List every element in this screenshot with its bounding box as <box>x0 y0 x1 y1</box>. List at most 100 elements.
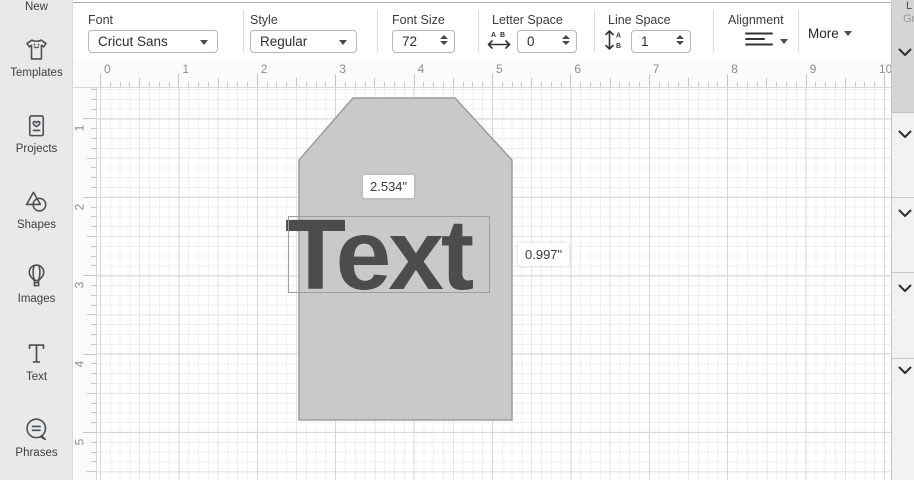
ruler-number: 2 <box>260 62 268 76</box>
sidebar-item-phrases[interactable]: Phrases <box>0 416 73 459</box>
line-space-value: 1 <box>641 34 649 49</box>
ruler-tick <box>83 275 96 277</box>
ruler-tick <box>717 81 719 87</box>
toolbar-divider <box>377 10 378 52</box>
ruler-tick <box>786 81 787 87</box>
ruler-tick <box>149 81 150 87</box>
sidebar-item-shapes[interactable]: Shapes <box>0 188 73 231</box>
serif-t-icon <box>23 340 50 367</box>
ruler-tick <box>129 81 131 87</box>
ruler-number: 4 <box>417 62 425 76</box>
chevron-down-icon <box>200 40 208 45</box>
ruler-tick <box>766 78 768 87</box>
sidebar-item-projects[interactable]: Projects <box>0 112 73 155</box>
ruler-tick <box>776 81 778 87</box>
ruler-tick <box>90 451 96 453</box>
font-size-input[interactable]: 72 <box>392 30 455 53</box>
ruler-tick <box>87 236 96 237</box>
sidebar-item-label: Templates <box>10 67 63 79</box>
ruler-number: 1 <box>73 125 87 132</box>
ruler-tick <box>844 78 846 87</box>
ruler-tick <box>90 324 96 326</box>
letter-space-stepper[interactable] <box>562 35 570 45</box>
sidebar-item-text[interactable]: Text <box>0 340 73 383</box>
ruler-tick <box>697 81 699 87</box>
panel-expand-chevron-icon[interactable] <box>898 126 912 138</box>
ruler-number: 1 <box>182 62 190 76</box>
ruler-tick <box>678 81 680 87</box>
font-dropdown[interactable]: Cricut Sans <box>88 30 218 53</box>
ruler-number: 5 <box>496 62 503 76</box>
ruler-tick <box>90 412 96 414</box>
stepper-down-icon <box>562 41 570 45</box>
ruler-tick <box>83 196 96 198</box>
letter-space-input[interactable]: 0 <box>517 30 577 53</box>
line-space-input[interactable]: 1 <box>631 30 691 53</box>
ruler-tick <box>609 78 611 87</box>
canvas-grid[interactable]: Text 2.534" 0.997" <box>97 88 891 480</box>
font-size-stepper[interactable] <box>440 35 448 45</box>
alignment-button[interactable] <box>744 31 788 52</box>
stepper-up-icon <box>440 35 448 39</box>
ruler-tick <box>139 78 141 87</box>
selection-bounding-box[interactable] <box>288 216 490 293</box>
ruler-tick <box>90 402 96 404</box>
ruler-tick <box>119 81 121 87</box>
vertical-ruler: 1 2 3 4 5 <box>73 88 97 480</box>
ruler-tick <box>247 81 248 87</box>
panel-expand-chevron-icon[interactable] <box>898 280 912 292</box>
style-label: Style <box>250 13 278 27</box>
triangle-circle-icon <box>23 188 50 215</box>
ruler-tick <box>737 81 738 87</box>
ruler-tick <box>423 81 425 87</box>
design-canvas[interactable]: 0 1 2 3 4 5 6 7 8 9 10 1 2 3 4 5 Text 2.534" 0.997" <box>73 60 891 480</box>
selection-height-dimension-label: 0.997" <box>518 243 570 266</box>
ruler-tick <box>364 81 366 87</box>
ruler-tick <box>90 226 96 228</box>
clipped-panel-text: Gr <box>903 13 914 25</box>
style-dropdown[interactable]: Regular <box>250 30 357 53</box>
font-value: Cricut Sans <box>98 34 168 49</box>
ruler-tick <box>90 128 96 130</box>
ruler-tick <box>90 167 96 169</box>
ruler-tick <box>90 187 96 188</box>
ruler-tick <box>83 353 96 355</box>
sidebar-item-label: Projects <box>15 143 58 155</box>
more-button[interactable]: More <box>808 26 852 41</box>
style-value: Regular <box>260 34 308 49</box>
ruler-number: 5 <box>73 438 87 446</box>
speech-bubble-icon <box>23 416 50 443</box>
more-label: More <box>808 26 839 41</box>
ruler-tick <box>648 74 650 87</box>
ruler-tick <box>531 78 533 87</box>
alignment-lines-icon <box>744 31 774 52</box>
ruler-tick <box>90 461 96 463</box>
sidebar-item-templates[interactable]: Templates <box>0 36 73 79</box>
sidebar-item-images[interactable]: Images <box>0 262 73 305</box>
panel-expand-chevron-icon[interactable] <box>898 205 912 217</box>
stepper-up-icon <box>676 35 684 39</box>
ruler-tick <box>87 471 96 473</box>
panel-expand-chevron-icon[interactable] <box>898 362 912 374</box>
line-space-stepper[interactable] <box>676 35 684 45</box>
ruler-tick <box>335 74 337 87</box>
alignment-label: Alignment <box>728 13 784 27</box>
ruler-tick <box>90 294 96 296</box>
ruler-tick <box>100 74 101 87</box>
sidebar: New Templates Projects Shapes Images Tex… <box>0 0 73 480</box>
toolbar-divider <box>713 10 714 52</box>
project-card-heart-icon <box>23 112 50 139</box>
ruler-tick <box>87 314 96 316</box>
ruler-tick <box>452 78 454 87</box>
ruler-tick <box>90 255 96 257</box>
panel-expand-chevron-icon[interactable] <box>898 44 912 56</box>
sidebar-item-new[interactable]: New <box>0 0 73 13</box>
ruler-tick <box>433 81 435 87</box>
ruler-tick <box>227 81 229 87</box>
ruler-tick <box>492 74 493 87</box>
chevron-down-icon <box>339 40 347 45</box>
ruler-number: 4 <box>73 360 87 367</box>
ruler-tick <box>825 81 827 87</box>
ruler-tick <box>90 285 96 286</box>
ruler-tick <box>90 216 96 218</box>
